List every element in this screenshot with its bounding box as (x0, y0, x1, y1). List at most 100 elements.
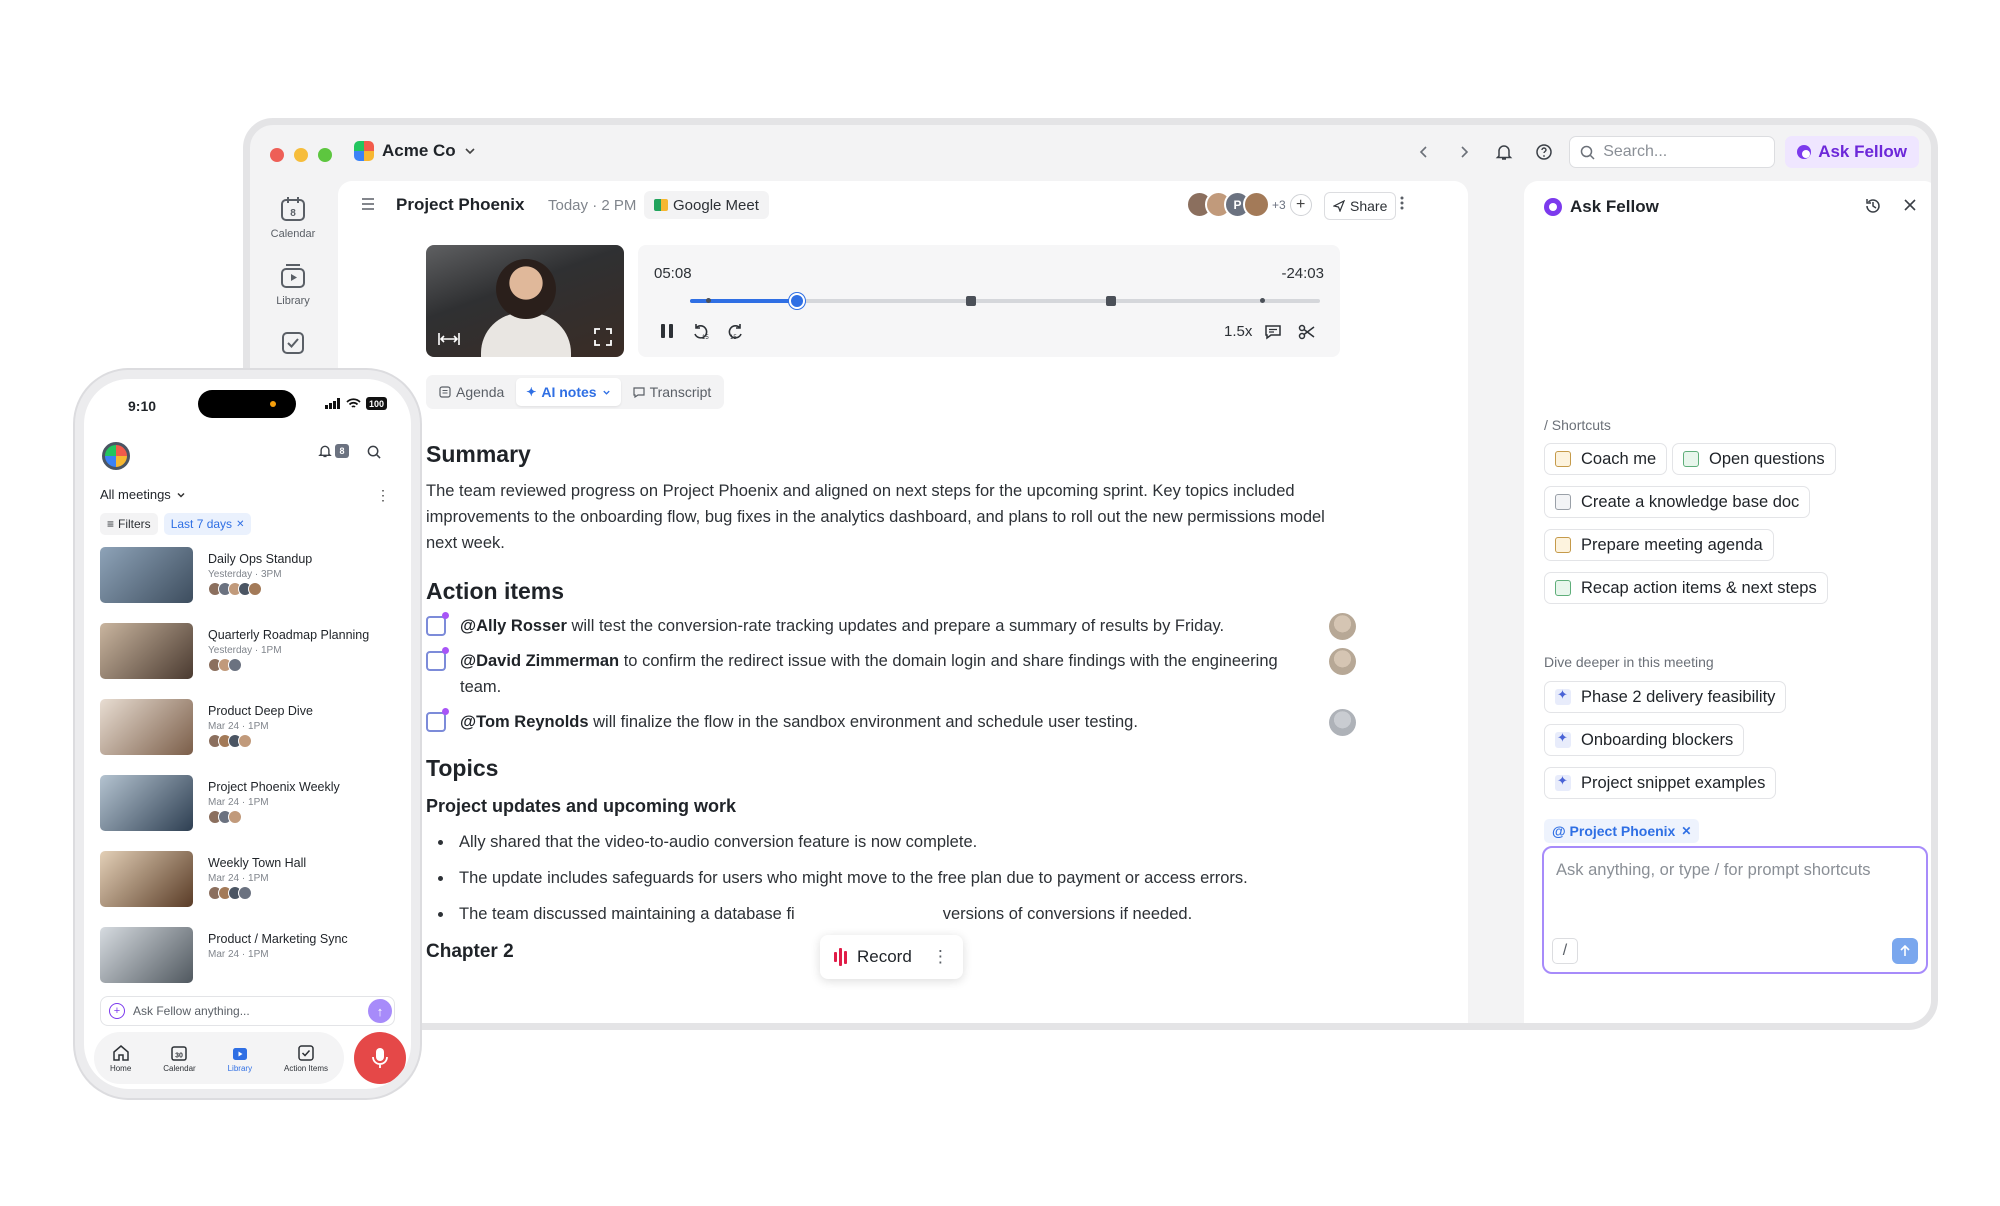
filters-chip[interactable]: ≡ Filters (100, 513, 158, 535)
tab-agenda[interactable]: Agenda (429, 378, 514, 406)
notifications-button[interactable]: 8 (318, 444, 349, 458)
sidebar-item-calendar[interactable]: 8 Calendar (258, 195, 328, 240)
notifications-button[interactable] (1489, 137, 1519, 167)
minimize-window-button[interactable] (294, 148, 308, 162)
send-button[interactable]: ↑ (368, 999, 392, 1023)
action-checkbox[interactable] (426, 647, 449, 671)
context-tag[interactable]: @ Project Phoenix ✕ (1544, 819, 1700, 843)
action-item[interactable]: @Ally Rosser will test the conversion-ra… (426, 612, 1356, 640)
date-range-chip[interactable]: Last 7 days ✕ (163, 513, 252, 535)
record-options-button[interactable]: ⋮ (932, 947, 949, 967)
menu-button[interactable] (360, 197, 376, 216)
shortcut-coach-me[interactable]: Coach me (1544, 443, 1668, 475)
status-bar: 9:10 100 (84, 379, 411, 427)
ai-notes-content: Summary The team reviewed progress on Pr… (426, 441, 1356, 963)
send-button[interactable] (1892, 938, 1918, 964)
resize-video-button[interactable] (438, 332, 460, 349)
search-button[interactable] (367, 445, 381, 464)
sidebar-item-library[interactable]: Library (258, 262, 328, 307)
back-button[interactable] (1409, 137, 1439, 167)
list-item[interactable]: Project Phoenix Weekly Mar 24 · 1PM (100, 775, 400, 833)
tab-calendar[interactable]: 30 Calendar (163, 1044, 196, 1073)
history-button[interactable] (1864, 197, 1882, 220)
remove-filter-icon[interactable]: ✕ (236, 519, 244, 530)
playback-speed-button[interactable]: 1.5x (1224, 323, 1252, 340)
list-item[interactable]: Daily Ops Standup Yesterday · 3PM (100, 547, 400, 605)
checkbox-icon (282, 332, 304, 354)
remove-context-icon[interactable]: ✕ (1681, 824, 1691, 838)
workspace-switcher[interactable]: Acme Co (354, 141, 476, 161)
scrub-handle[interactable] (789, 293, 806, 309)
meeting-filter-dropdown[interactable]: All meetings (100, 487, 186, 502)
dive-snippet-examples[interactable]: Project snippet examples (1544, 767, 1777, 799)
list-item[interactable]: Weekly Town Hall Mar 24 · 1PM (100, 851, 400, 909)
add-participant-button[interactable]: + (1289, 193, 1312, 216)
participant-avatars[interactable]: P +3 + (1186, 191, 1312, 218)
list-item[interactable]: Product / Marketing Sync Mar 24 · 1PM (100, 927, 400, 985)
list-item[interactable]: Product Deep Dive Mar 24 · 1PM (100, 699, 400, 757)
list-item[interactable]: Quarterly Roadmap Planning Yesterday · 1… (100, 623, 400, 681)
scrub-bar[interactable] (690, 293, 1320, 309)
shortcut-recap-actions[interactable]: Recap action items & next steps (1544, 572, 1828, 604)
dive-phase-2[interactable]: Phase 2 delivery feasibility (1544, 681, 1787, 713)
workspace-avatar[interactable] (102, 442, 130, 470)
help-button[interactable] (1529, 137, 1559, 167)
add-comment-button[interactable] (1264, 323, 1282, 341)
skip-back-button[interactable]: 15 (692, 323, 710, 341)
share-button[interactable]: Share (1324, 192, 1397, 220)
assignee-avatar (1329, 648, 1356, 675)
comment-marker[interactable] (966, 296, 976, 306)
slash-shortcuts-button[interactable]: / (1552, 938, 1578, 964)
chip-label: Recap action items & next steps (1581, 578, 1817, 597)
google-meet-chip[interactable]: Google Meet (644, 191, 769, 219)
tab-action-items[interactable]: Action Items (284, 1044, 328, 1073)
bell-icon (1495, 145, 1513, 160)
action-checkbox[interactable] (426, 708, 449, 732)
comment-marker[interactable] (1106, 296, 1116, 306)
assignee-mention[interactable]: @David Zimmerman (460, 652, 619, 670)
action-item[interactable]: @David Zimmerman to confirm the redirect… (426, 647, 1356, 700)
video-thumbnail[interactable] (426, 245, 624, 357)
shortcut-open-questions[interactable]: Open questions (1672, 443, 1836, 475)
ask-fellow-input[interactable]: + Ask Fellow anything... ↑ (100, 996, 395, 1026)
ask-input-placeholder: Ask anything, or type / for prompt short… (1556, 861, 1871, 879)
window-controls (270, 148, 332, 162)
tab-transcript[interactable]: Transcript (623, 378, 722, 406)
search-input[interactable]: Search... (1569, 136, 1776, 168)
assignee-mention[interactable]: @Tom Reynolds (460, 713, 589, 731)
skip-forward-button[interactable]: 15 (726, 323, 744, 341)
action-checkbox[interactable] (426, 612, 449, 636)
ask-fellow-panel: Ask Fellow / Shortcuts Coach me Open que… (1524, 181, 1931, 1023)
shortcut-prepare-agenda[interactable]: Prepare meeting agenda (1544, 529, 1774, 561)
close-panel-button[interactable] (1902, 197, 1918, 220)
meeting-time: Mar 24 · 1PM (208, 949, 269, 960)
chip-label: Phase 2 delivery feasibility (1581, 687, 1776, 706)
assignee-mention[interactable]: @Ally Rosser (460, 617, 567, 635)
tab-ai-notes[interactable]: ✦ AI notes (516, 378, 621, 406)
avatar (1243, 191, 1270, 218)
forward-button[interactable] (1449, 137, 1479, 167)
more-options-button[interactable]: ⋮ (376, 487, 390, 504)
chip-label: Filters (118, 517, 151, 531)
tab-library[interactable]: Library (228, 1044, 252, 1073)
fullscreen-button[interactable] (594, 328, 612, 349)
clip-button[interactable] (1298, 323, 1316, 341)
tab-home[interactable]: Home (110, 1044, 131, 1073)
question-icon (1683, 451, 1699, 467)
ask-fellow-button[interactable]: Ask Fellow (1785, 136, 1919, 168)
record-button[interactable]: Record ⋮ (820, 935, 963, 979)
pause-button[interactable] (660, 323, 674, 339)
record-mic-button[interactable] (354, 1032, 406, 1084)
dive-onboarding-blockers[interactable]: Onboarding blockers (1544, 724, 1745, 756)
sidebar-item-action-items[interactable] (258, 329, 328, 357)
close-window-button[interactable] (270, 148, 284, 162)
zoom-window-button[interactable] (318, 148, 332, 162)
action-item[interactable]: @Tom Reynolds will finalize the flow in … (426, 708, 1356, 736)
mobile-app: 9:10 100 8 All meetings ⋮ ≡ Filters Last … (75, 370, 420, 1098)
shortcut-knowledge-doc[interactable]: Create a knowledge base doc (1544, 486, 1811, 518)
more-options-button[interactable] (1400, 195, 1404, 216)
page-title: Project Phoenix (396, 195, 525, 214)
checkbox-icon (298, 1044, 314, 1061)
tab-label: AI notes (541, 384, 597, 400)
ask-fellow-input[interactable]: Ask anything, or type / for prompt short… (1542, 846, 1928, 974)
